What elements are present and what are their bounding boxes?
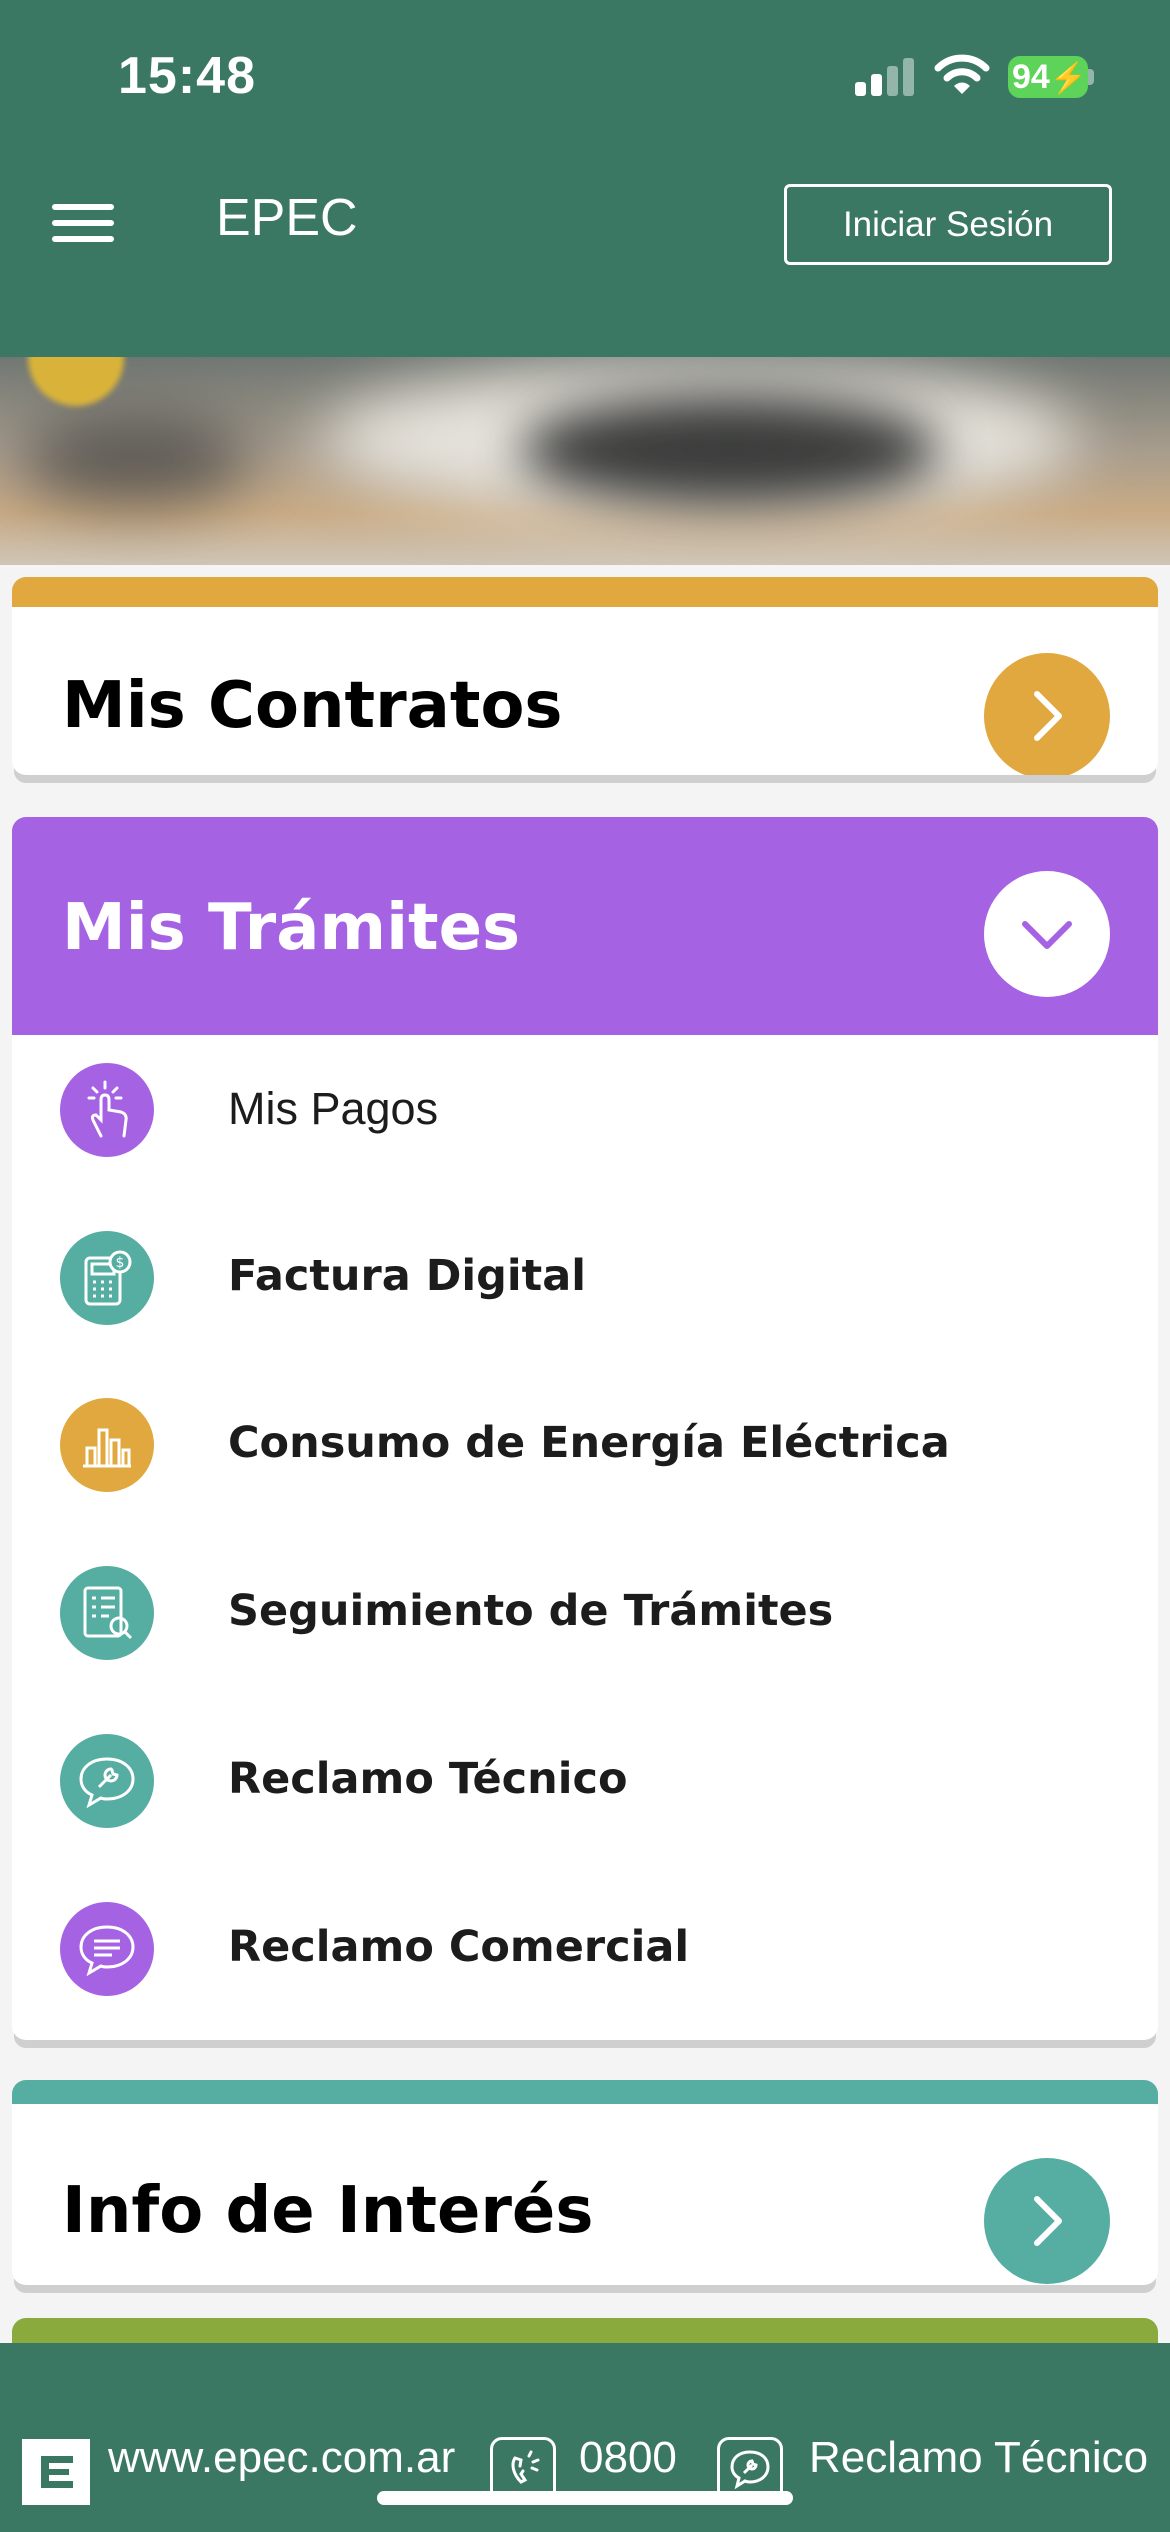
footer-reclamo-link[interactable]: Reclamo Técnico — [809, 2433, 1148, 2483]
footer-website-link[interactable]: www.epec.com.ar — [108, 2433, 455, 2483]
app-header: 15:48 94⚡ EPEC Iniciar Sesión — [0, 0, 1170, 357]
list-item-consumo-energia[interactable]: Consumo de Energía Eléctrica — [12, 1370, 1158, 1520]
tramites-header[interactable]: Mis Trámites — [12, 817, 1158, 1035]
card-mis-contratos[interactable]: Mis Contratos — [12, 577, 1158, 775]
chevron-right-icon — [1034, 2196, 1062, 2246]
list-item-label: Reclamo Técnico — [228, 1754, 628, 1804]
list-item-label: Consumo de Energía Eléctrica — [228, 1418, 950, 1468]
card-title-info: Info de Interés — [62, 2174, 594, 2248]
login-button[interactable]: Iniciar Sesión — [784, 184, 1112, 265]
list-item-label: Factura Digital — [228, 1251, 586, 1301]
banner-image — [0, 355, 1170, 565]
app-title: EPEC — [216, 189, 358, 247]
list-item-reclamo-comercial[interactable]: Reclamo Comercial — [12, 1874, 1158, 2024]
invoice-calculator-icon: $ — [60, 1231, 154, 1325]
tramites-collapse-button[interactable] — [984, 871, 1110, 997]
list-item-label: Reclamo Comercial — [228, 1922, 690, 1972]
list-item-label: Mis Pagos — [228, 1083, 439, 1134]
status-time: 15:48 — [118, 47, 256, 105]
card-mis-tramites: Mis Trámites Mis Pagos $ Factura Digital… — [12, 817, 1158, 2040]
list-item-mis-pagos[interactable]: Mis Pagos — [12, 1035, 1158, 1185]
home-indicator[interactable] — [377, 2491, 793, 2505]
list-item-reclamo-tecnico[interactable]: Reclamo Técnico — [12, 1706, 1158, 1856]
document-search-icon — [60, 1566, 154, 1660]
hand-tap-icon — [60, 1063, 154, 1157]
chevron-down-icon — [1022, 921, 1072, 949]
battery-level: 94 — [1012, 58, 1050, 96]
wrench-chat-icon — [60, 1734, 154, 1828]
battery-tip — [1088, 69, 1094, 85]
cellular-signal-icon — [855, 58, 915, 96]
footer-phone-link[interactable]: 0800 — [579, 2433, 677, 2483]
epec-logo-icon — [22, 2439, 90, 2505]
chevron-right-icon — [1034, 691, 1062, 741]
card-title-tramites: Mis Trámites — [62, 891, 521, 965]
card-title-contratos: Mis Contratos — [62, 669, 563, 743]
charging-bolt-icon: ⚡ — [1049, 62, 1088, 95]
info-arrow-button[interactable] — [984, 2158, 1110, 2284]
contratos-arrow-button[interactable] — [984, 653, 1110, 775]
list-item-factura-digital[interactable]: $ Factura Digital — [12, 1203, 1158, 1353]
list-item-label: Seguimiento de Trámites — [228, 1586, 834, 1636]
svg-text:$: $ — [116, 1255, 125, 1271]
hamburger-menu-icon[interactable] — [52, 200, 116, 246]
list-item-seguimiento-tramites[interactable]: Seguimiento de Trámites — [12, 1538, 1158, 1688]
wifi-icon — [934, 54, 990, 94]
bar-chart-icon — [60, 1398, 154, 1492]
battery-indicator: 94⚡ — [1008, 56, 1088, 98]
card-info-interes[interactable]: Info de Interés — [12, 2080, 1158, 2285]
chat-bubble-icon — [60, 1902, 154, 1996]
